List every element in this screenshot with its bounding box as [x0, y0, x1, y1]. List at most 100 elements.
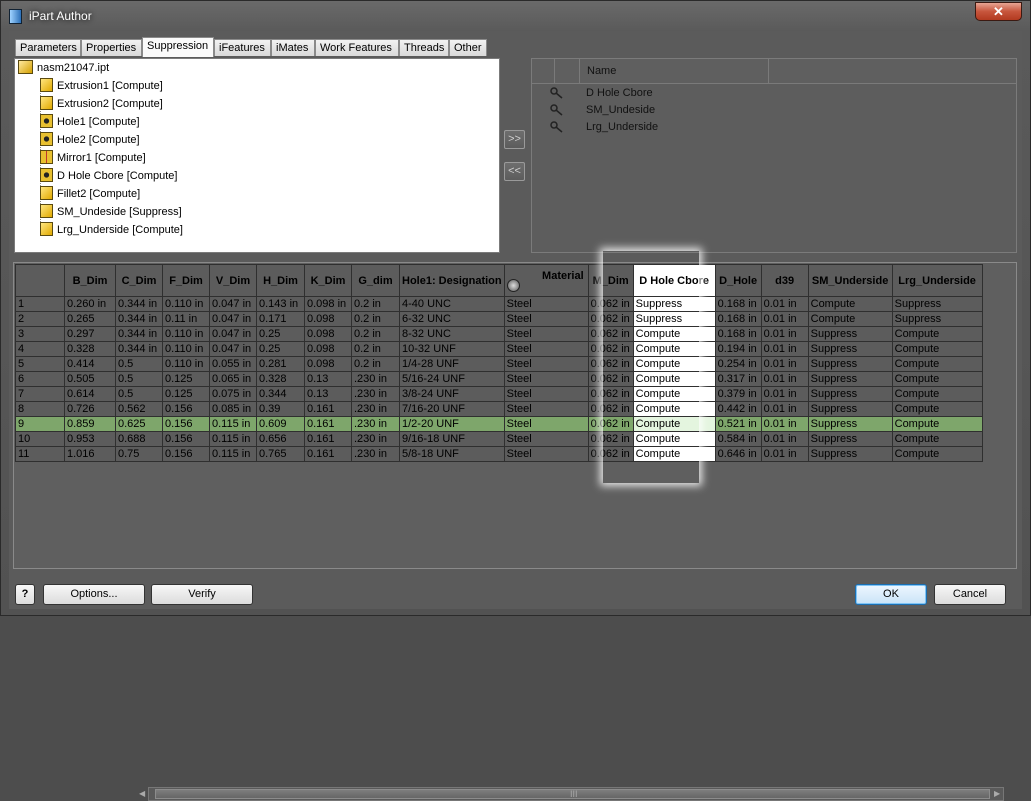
table-cell[interactable]: 0.062 in — [587, 296, 634, 312]
title-bar[interactable]: iPart Author ✕ — [1, 1, 1030, 31]
table-cell[interactable]: 0.646 in — [714, 446, 762, 462]
table-cell[interactable]: 3/8-24 UNF — [399, 386, 505, 402]
row-number-cell[interactable]: 3 — [15, 326, 65, 342]
table-cell[interactable]: Suppress — [807, 341, 893, 357]
row-number-cell[interactable]: 9 — [15, 416, 65, 432]
tab-ifeatures[interactable]: iFeatures — [214, 39, 271, 56]
table-cell[interactable]: Compute — [632, 431, 716, 447]
table-cell[interactable]: 0.047 in — [209, 296, 257, 312]
table-cell[interactable]: 0.143 in — [256, 296, 305, 312]
table-cell[interactable]: 0.065 in — [209, 371, 257, 387]
horizontal-scrollbar[interactable]: ◀ III ▶ — [139, 787, 1004, 801]
column-header-rownum[interactable] — [15, 264, 65, 297]
table-cell[interactable]: Compute — [891, 401, 983, 417]
table-cell[interactable]: 0.01 in — [760, 311, 809, 327]
table-cell[interactable]: 0.062 in — [587, 401, 634, 417]
tree-item-extrusion2[interactable]: Extrusion2 [Compute] — [40, 95, 163, 113]
table-cell[interactable]: Compute — [891, 446, 983, 462]
table-cell[interactable]: 0.11 in — [162, 311, 210, 327]
table-cell[interactable]: Suppress — [632, 311, 716, 327]
table-cell[interactable]: Suppress — [807, 356, 893, 372]
table-cell[interactable]: 0.110 in — [162, 341, 210, 357]
table-cell[interactable]: 0.110 in — [162, 326, 210, 342]
table-cell[interactable]: 0.5 — [115, 386, 163, 402]
table-cell[interactable]: Compute — [891, 341, 983, 357]
table-cell[interactable]: Compute — [891, 371, 983, 387]
table-cell[interactable]: Suppress — [807, 326, 893, 342]
table-cell[interactable]: 0.656 — [256, 431, 305, 447]
table-cell[interactable]: 1.016 — [64, 446, 116, 462]
table-cell[interactable]: 0.075 in — [209, 386, 257, 402]
table-cell[interactable]: Steel — [503, 386, 589, 402]
column-header-d-hole[interactable]: D_Hole — [714, 264, 762, 297]
cancel-button[interactable]: Cancel — [934, 584, 1006, 605]
table-cell[interactable]: 0.2 in — [351, 326, 400, 342]
table-cell[interactable]: .230 in — [351, 371, 400, 387]
table-cell[interactable]: Compute — [807, 311, 893, 327]
table-cell[interactable]: 0.25 — [256, 326, 305, 342]
table-cell[interactable]: 0.062 in — [587, 371, 634, 387]
table-cell[interactable]: 0.01 in — [760, 386, 809, 402]
table-cell[interactable]: 0.521 in — [714, 416, 762, 432]
table-cell[interactable]: 0.156 — [162, 401, 210, 417]
tab-imates[interactable]: iMates — [271, 39, 315, 56]
table-cell[interactable]: 0.2 in — [351, 311, 400, 327]
table-cell[interactable]: 0.115 in — [209, 446, 257, 462]
table-cell[interactable]: 0.156 — [162, 446, 210, 462]
table-cell[interactable]: 0.765 — [256, 446, 305, 462]
table-cell[interactable]: 0.047 in — [209, 326, 257, 342]
column-header-lrg-underside[interactable]: Lrg_Underside — [891, 264, 983, 297]
table-cell[interactable]: Compute — [891, 431, 983, 447]
scroll-left-icon[interactable]: ◀ — [139, 789, 145, 798]
table-cell[interactable]: 0.01 in — [760, 416, 809, 432]
table-cell[interactable]: Compute — [632, 446, 716, 462]
table-cell[interactable]: 0.062 in — [587, 416, 634, 432]
table-cell[interactable]: Compute — [891, 326, 983, 342]
row-number-cell[interactable]: 10 — [15, 431, 65, 447]
tab-work-features[interactable]: Work Features — [315, 39, 399, 56]
table-cell[interactable]: 0.098 — [304, 341, 352, 357]
table-cell[interactable]: Steel — [503, 326, 589, 342]
table-cell[interactable]: 0.13 — [304, 386, 352, 402]
table-cell[interactable]: Compute — [632, 416, 716, 432]
table-cell[interactable]: 0.5 — [115, 356, 163, 372]
table-row[interactable]: 8 0.726 0.562 0.156 0.085 in 0.39 0.161.230 in… — [15, 401, 983, 417]
column-header-f-dim[interactable]: F_Dim — [162, 264, 210, 297]
selected-features-list[interactable]: Name D Hole Cbore SM_Undeside Lrg_Unders… — [531, 58, 1017, 253]
table-cell[interactable]: 0.317 in — [714, 371, 762, 387]
list-item[interactable]: Lrg_Underside — [532, 119, 1016, 136]
table-cell[interactable]: 0.344 in — [115, 341, 163, 357]
table-cell[interactable]: 0.505 — [64, 371, 116, 387]
ipart-table[interactable]: B_Dim C_Dim F_Dim V_Dim H_Dim K_Dim G_di… — [15, 264, 983, 462]
scrollbar-thumb[interactable]: III — [155, 789, 990, 799]
table-cell[interactable]: 0.168 in — [714, 326, 762, 342]
table-cell[interactable]: 0.01 in — [760, 371, 809, 387]
ok-button[interactable]: OK — [855, 584, 927, 605]
table-cell[interactable]: Compute — [632, 356, 716, 372]
table-cell[interactable]: 0.168 in — [714, 296, 762, 312]
row-number-cell[interactable]: 6 — [15, 371, 65, 387]
table-cell[interactable]: Steel — [503, 416, 589, 432]
table-cell[interactable]: 0.379 in — [714, 386, 762, 402]
table-cell[interactable]: 7/16-20 UNF — [399, 401, 505, 417]
table-cell[interactable]: 0.344 in — [115, 296, 163, 312]
table-cell[interactable]: Compute — [891, 356, 983, 372]
table-cell[interactable]: 8-32 UNC — [399, 326, 505, 342]
table-cell[interactable]: Steel — [503, 446, 589, 462]
table-cell[interactable]: 1/2-20 UNF — [399, 416, 505, 432]
tab-properties[interactable]: Properties — [81, 39, 142, 56]
table-cell[interactable]: Suppress — [807, 371, 893, 387]
table-cell[interactable]: Suppress — [807, 431, 893, 447]
table-cell[interactable]: 0.098 — [304, 311, 352, 327]
table-cell[interactable]: Compute — [632, 386, 716, 402]
table-cell[interactable]: Steel — [503, 401, 589, 417]
column-header-g-dim[interactable]: G_dim — [351, 264, 400, 297]
table-cell[interactable]: 5/8-18 UNF — [399, 446, 505, 462]
table-cell[interactable]: 0.281 — [256, 356, 305, 372]
table-cell[interactable]: Steel — [503, 356, 589, 372]
table-cell[interactable]: Compute — [807, 296, 893, 312]
table-cell[interactable]: Compute — [632, 326, 716, 342]
table-cell[interactable]: 0.161 — [304, 446, 352, 462]
table-cell[interactable]: 0.01 in — [760, 401, 809, 417]
table-cell[interactable]: 6-32 UNC — [399, 311, 505, 327]
